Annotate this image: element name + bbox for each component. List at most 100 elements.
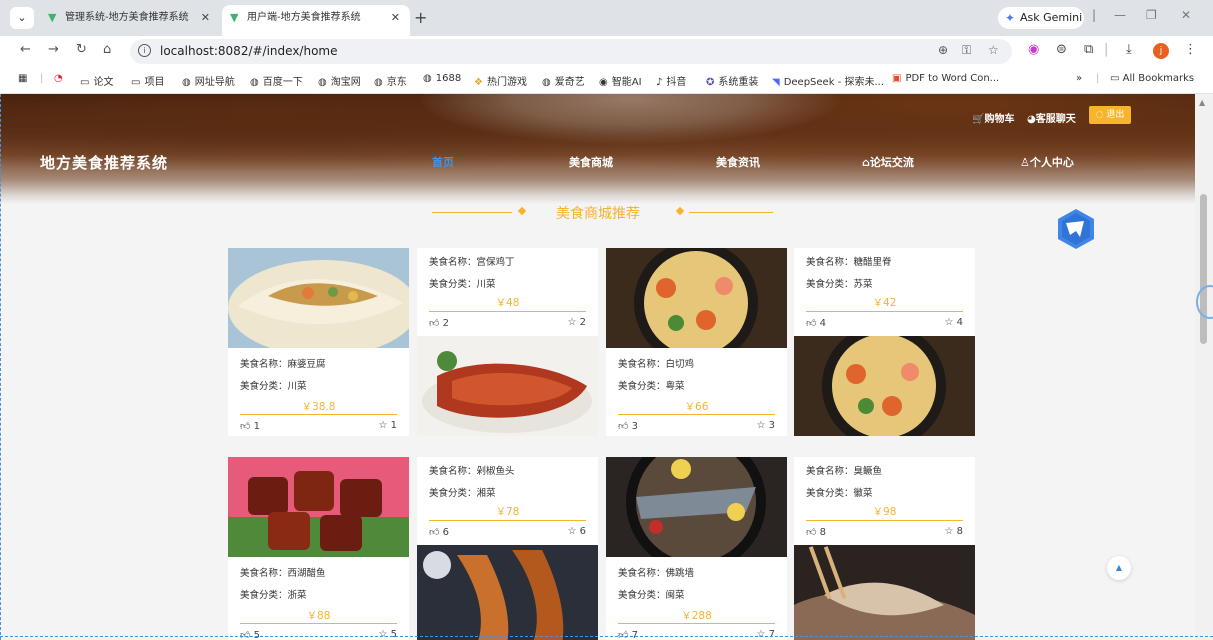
favorite-count[interactable]: ☆ 3 [756, 420, 775, 431]
reload-icon[interactable]: ↻ [76, 42, 87, 57]
close-icon[interactable]: ✕ [391, 5, 400, 31]
divider-icon: | [1096, 73, 1100, 84]
tab-search-dropdown[interactable]: ⌄ [10, 7, 34, 29]
food-image [794, 545, 975, 640]
cart-link[interactable]: 🛒购物车 [972, 110, 1014, 125]
bookmark-deepseek[interactable]: ◥ DeepSeek - 探索未... [772, 73, 884, 88]
diamond-icon [675, 206, 685, 216]
food-category: 美食分类：川菜 [429, 279, 496, 290]
food-name: 美食名称：剁椒鱼头 [429, 466, 515, 477]
food-name: 美食名称：佛跳墙 [618, 568, 695, 579]
page-scrollbar[interactable]: ▲ [1195, 94, 1213, 640]
puzzle-extension-icon[interactable]: ⧉ [1084, 42, 1093, 57]
site-header: 🛒购物车 ◕客服聊天 ◌ 退出 地方美食推荐系统 首页 美食商城 美食资讯 ⌂论… [0, 94, 1195, 204]
product-card[interactable]: 美食名称：宫保鸡丁 美食分类：川菜 ￥48 👍︎ 2 ☆ 2 [417, 248, 598, 436]
browser-tab-admin[interactable]: ▼ 管理系统-地方美食推荐系统 ✕ [40, 5, 220, 31]
nav-home[interactable]: 首页 [432, 154, 454, 170]
product-card[interactable]: 美食名称：臭鳜鱼 美食分类：徽菜 ￥98 👍︎ 8 ☆ 8 [794, 457, 975, 640]
bookmark-games[interactable]: ❖ 热门游戏 [474, 73, 527, 88]
bookmark-xiangmu[interactable]: ▭ 项目 [131, 73, 164, 88]
profile-avatar[interactable]: j [1153, 43, 1169, 59]
bookmark-douyin[interactable]: ♪ 抖音 [656, 73, 686, 88]
menu-kebab-icon[interactable]: ⋮ [1184, 42, 1197, 57]
scroll-up-icon[interactable]: ▲ [1199, 98, 1205, 107]
back-to-top-button[interactable]: ▲ [1107, 556, 1131, 580]
robot-extension-icon[interactable]: ⊜ [1056, 42, 1067, 57]
back-arrow-icon[interactable]: ← [20, 42, 31, 57]
favorite-count[interactable]: ☆ 7 [756, 629, 775, 640]
like-count[interactable]: 👍︎ 3 [618, 420, 638, 432]
favorite-count[interactable]: ☆ 8 [944, 526, 963, 537]
scrollbar-thumb[interactable] [1200, 194, 1207, 344]
food-price: ￥38.8 [301, 401, 336, 413]
divider-icon: | [40, 73, 44, 84]
product-card[interactable]: 美食名称：麻婆豆腐 美食分类：川菜 ￥38.8 👍︎ 1 ☆ 1 [228, 248, 409, 436]
close-icon[interactable]: ✕ [201, 5, 210, 31]
bookmark-taobao[interactable]: ◍ 淘宝网 [318, 73, 361, 88]
bookmark-pdf[interactable]: ▣ PDF to Word Con... [892, 73, 999, 84]
favorite-count[interactable]: ☆ 1 [378, 420, 397, 431]
key-icon[interactable]: ⚿ [962, 43, 971, 58]
product-card[interactable]: 美食名称：佛跳墙 美食分类：闽菜 ￥288 👍︎ 7 ☆ 7 [606, 457, 787, 640]
bookmark-star-icon[interactable]: ☆ [988, 43, 999, 57]
bookmark-1688[interactable]: ◍ 1688 [423, 73, 461, 84]
product-card[interactable]: 美食名称：白切鸡 美食分类：粤菜 ￥66 👍︎ 3 ☆ 3 [606, 248, 787, 436]
nav-food-news[interactable]: 美食资讯 [716, 154, 760, 170]
favorite-count[interactable]: ☆ 5 [378, 629, 397, 640]
diamond-icon [517, 206, 527, 216]
ask-gemini-button[interactable]: ✦ Ask Gemini [998, 7, 1084, 29]
bookmark-wangzhi[interactable]: ◍ 网址导航 [182, 73, 235, 88]
site-info-icon[interactable]: i [138, 44, 151, 57]
like-count[interactable]: 👍︎ 5 [240, 629, 260, 640]
forward-arrow-icon[interactable]: → [48, 42, 59, 57]
extension-icon[interactable]: ◉ [1028, 42, 1039, 57]
bookmark-ai[interactable]: ◉ 智能AI [599, 73, 642, 88]
nav-forum[interactable]: ⌂论坛交流 [862, 154, 914, 170]
favorite-count[interactable]: ☆ 2 [567, 317, 586, 328]
bookmark-jd[interactable]: ◍ 京东 [374, 73, 407, 88]
favorite-count[interactable]: ☆ 4 [944, 317, 963, 328]
new-tab-button[interactable]: + [414, 5, 427, 31]
all-bookmarks-button[interactable]: ▭ All Bookmarks [1110, 73, 1194, 84]
bookmark-lunwen[interactable]: ▭ 论文 [80, 73, 113, 88]
favorite-count[interactable]: ☆ 6 [567, 526, 586, 537]
ai-icon: ◉ [599, 77, 608, 88]
logout-button[interactable]: ◌ 退出 [1089, 106, 1131, 124]
product-card[interactable]: 美食名称：西湖醋鱼 美食分类：浙菜 ￥88 👍︎ 5 ☆ 5 [228, 457, 409, 640]
thumbs-up-icon: 👍︎ [429, 318, 440, 329]
bookmark-baidu[interactable]: ◍ 百度一下 [250, 73, 303, 88]
apps-grid-icon[interactable]: ▦ [18, 73, 27, 84]
browser-tab-user[interactable]: ▼ 用户端-地方美食推荐系统 ✕ [222, 5, 410, 36]
food-price: ￥78 [495, 506, 520, 518]
bookmarks-overflow-button[interactable]: » [1076, 73, 1082, 84]
address-bar[interactable]: i localhost:8082/#/index/home ⊕ ⚿ ☆ [130, 39, 1012, 64]
customer-chat-link[interactable]: ◕客服聊天 [1027, 110, 1076, 125]
download-icon[interactable]: ⤓ [1126, 42, 1132, 57]
home-icon[interactable]: ⌂ [103, 42, 111, 57]
folder-icon: ▭ [131, 77, 141, 88]
like-count[interactable]: 👍︎ 6 [429, 526, 449, 538]
star-icon: ☆ [567, 317, 577, 328]
product-card[interactable]: 美食名称：糖醋里脊 美食分类：苏菜 ￥42 👍︎ 4 ☆ 4 [794, 248, 975, 436]
forum-icon: ⌂ [862, 156, 870, 169]
bookmark-iqiyi[interactable]: ◍ 爱奇艺 [542, 73, 585, 88]
like-count[interactable]: 👍︎ 8 [806, 526, 826, 538]
nav-user-center[interactable]: ♙个人中心 [1020, 154, 1074, 170]
like-count[interactable]: 👍︎ 4 [806, 317, 826, 329]
title-decoration-line [689, 212, 773, 213]
like-count[interactable]: 👍︎ 2 [429, 317, 449, 329]
like-count[interactable]: 👍︎ 7 [618, 629, 638, 640]
weibo-icon[interactable]: ◔ [54, 73, 63, 84]
thumbs-up-icon: 👍︎ [806, 318, 817, 329]
thumbs-up-icon: 👍︎ [806, 527, 817, 538]
nav-food-mall[interactable]: 美食商城 [569, 154, 613, 170]
restore-icon[interactable]: ❐ [1146, 8, 1157, 22]
window-close-icon[interactable]: ✕ [1181, 8, 1191, 22]
food-category: 美食分类：浙菜 [240, 590, 307, 601]
shield-logo-icon[interactable] [1054, 207, 1098, 251]
bookmark-reinstall[interactable]: ✪ 系统重装 [706, 73, 758, 88]
like-count[interactable]: 👍︎ 1 [240, 420, 260, 432]
product-card[interactable]: 美食名称：剁椒鱼头 美食分类：湘菜 ￥78 👍︎ 6 ☆ 6 [417, 457, 598, 640]
zoom-icon[interactable]: ⊕ [938, 43, 948, 57]
minimize-icon[interactable]: — [1114, 8, 1126, 22]
